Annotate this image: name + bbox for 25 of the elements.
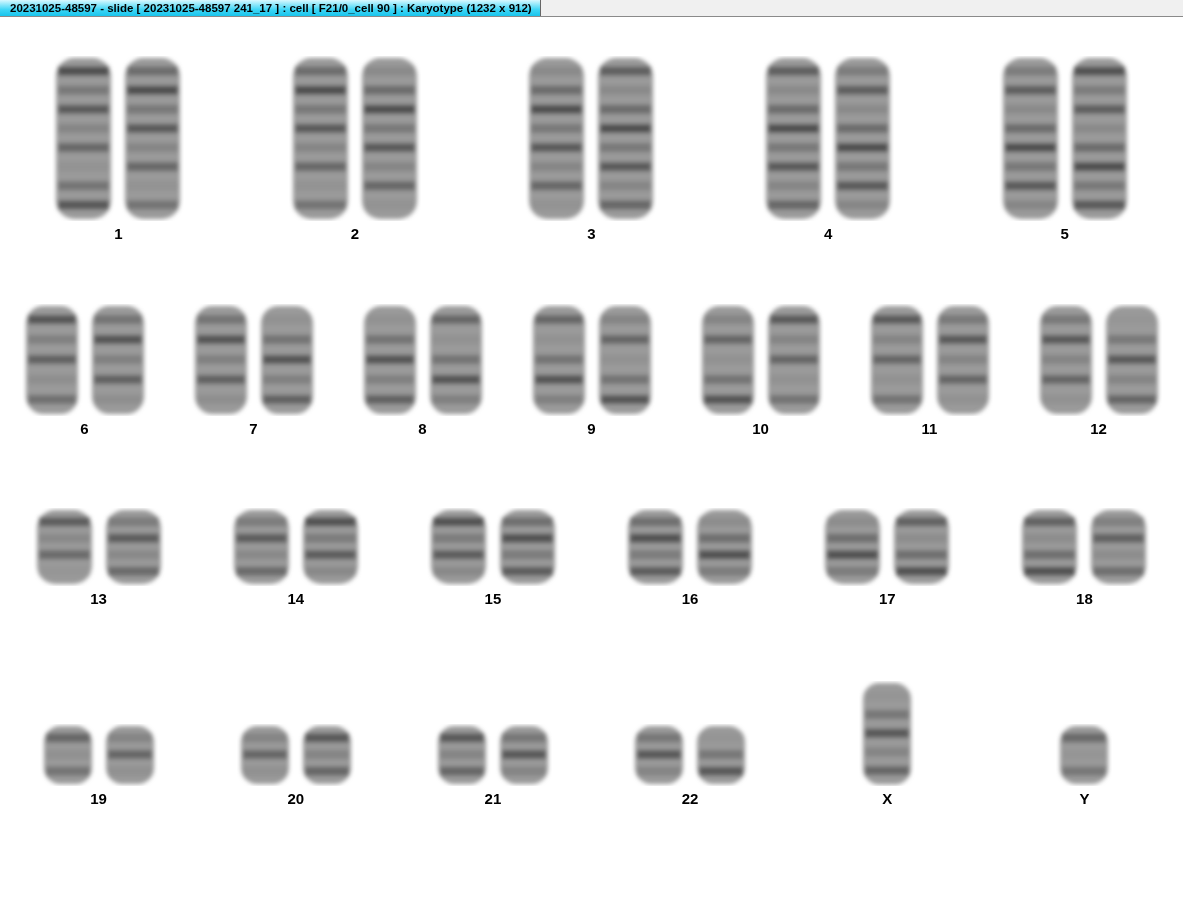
- chromosome-number: 7: [249, 420, 258, 437]
- chromosome-number: 8: [418, 420, 427, 437]
- chromosome-number: 16: [681, 590, 699, 607]
- chromosome-number: 3: [587, 225, 596, 242]
- chromosome-number: X: [882, 790, 893, 807]
- chromosome-number: 12: [1090, 420, 1107, 437]
- chromosome-number: 10: [752, 420, 769, 437]
- chromosome-number: 6: [80, 420, 89, 437]
- chromosome-number: 1: [114, 225, 123, 242]
- chromosome-number: Y: [1079, 790, 1090, 807]
- chromosome-number: 22: [681, 790, 699, 807]
- chromosome-number: 20: [287, 790, 305, 807]
- chromosome-number: 5: [1060, 225, 1069, 242]
- chromosome-number: 18: [1076, 590, 1093, 607]
- chromosome-number: 15: [484, 590, 502, 607]
- chromosome-number: 14: [287, 590, 305, 607]
- chromosome-number: 2: [350, 225, 360, 242]
- chromosome-number: 17: [878, 590, 896, 607]
- chromosome-number: 21: [484, 790, 502, 807]
- chromosome-number: 9: [587, 420, 596, 437]
- chromosome-number: 4: [823, 225, 833, 242]
- window-title: 20231025-48597 - slide [ 20231025-48597 241_17 ] : cell [ F21/0_cell 90 ] : Karyotype (1232 x 912): [0, 0, 541, 16]
- chromosome-number: 19: [90, 790, 107, 807]
- chromosome-number: 13: [90, 590, 107, 607]
- chromosome-number: 11: [921, 420, 938, 437]
